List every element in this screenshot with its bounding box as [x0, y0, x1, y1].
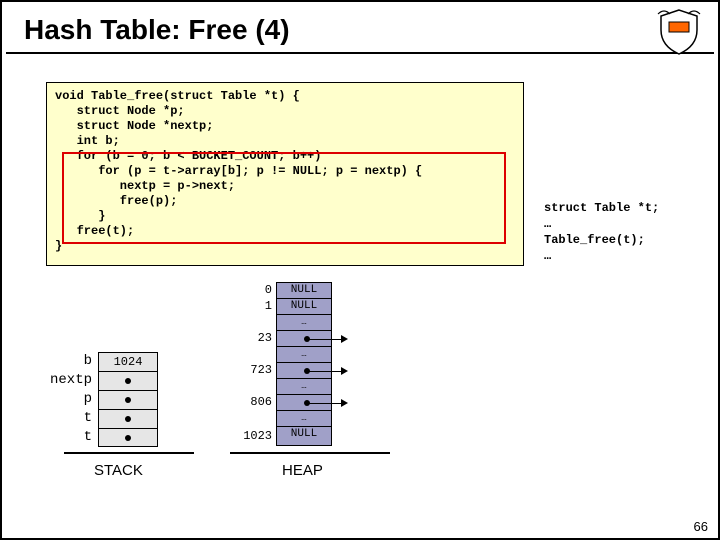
heap-idx: 0 — [242, 282, 272, 298]
heap-cell — [277, 395, 331, 411]
heap-cell: NULL — [277, 427, 331, 443]
heap-cell: … — [277, 411, 331, 427]
heap-cell: … — [277, 379, 331, 395]
page-number: 66 — [694, 519, 708, 534]
stack-cell — [99, 429, 157, 448]
stack-label: t — [38, 409, 92, 428]
heap-idx: 723 — [242, 362, 272, 378]
heap-cell: NULL — [277, 283, 331, 299]
heap-cell: … — [277, 347, 331, 363]
stack-label: t — [38, 428, 92, 447]
side-code: struct Table *t; … Table_free(t); … — [544, 200, 659, 264]
heap-ground-line — [230, 452, 390, 454]
stack-cell — [99, 391, 157, 410]
heap-cell: NULL — [277, 299, 331, 315]
stack-label: b — [38, 352, 92, 371]
slide-title: Hash Table: Free (4) — [6, 2, 714, 54]
heap-cell — [277, 331, 331, 347]
stack-ground-line — [64, 452, 194, 454]
heap-idx: 806 — [242, 394, 272, 410]
pointer-dot — [125, 397, 131, 403]
stack-cell — [99, 372, 157, 391]
pointer-dot — [125, 435, 131, 441]
heap-idx: 23 — [242, 330, 272, 346]
code-block: void Table_free(struct Table *t) { struc… — [46, 82, 524, 266]
crest-icon — [654, 8, 704, 56]
stack-label-text: STACK — [94, 462, 143, 479]
stack-label: nextp — [38, 371, 92, 390]
slide: Hash Table: Free (4) void Table_free(str… — [0, 0, 720, 540]
stack-cell — [99, 410, 157, 429]
pointer-dot — [125, 416, 131, 422]
heap-idx: 1 — [242, 298, 272, 314]
heap-idx: 1023 — [236, 428, 272, 444]
stack-var-labels: b nextp p t t — [38, 352, 92, 447]
heap-cell: … — [277, 315, 331, 331]
heap-cell — [277, 363, 331, 379]
heap-label-text: HEAP — [282, 462, 323, 479]
stack-label: p — [38, 390, 92, 409]
stack-diagram: b nextp p t t 1024 STACK — [98, 334, 248, 504]
stack-frame: 1024 — [98, 352, 158, 447]
heap-diagram: NULL NULL … … … … NULL 0 1 23 723 806 10… — [242, 282, 542, 512]
pointer-arrow — [307, 403, 343, 404]
pointer-arrow — [307, 371, 343, 372]
pointer-dot — [125, 378, 131, 384]
pointer-arrow — [307, 339, 343, 340]
heap-array: NULL NULL … … … … NULL — [276, 282, 332, 446]
stack-cell: 1024 — [99, 353, 157, 372]
